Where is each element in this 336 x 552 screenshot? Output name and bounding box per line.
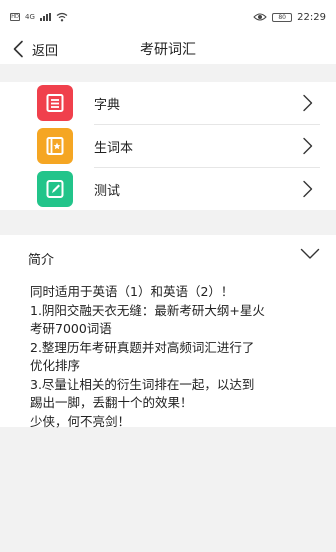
intro-line: 少侠，何不亮剑！ bbox=[30, 413, 131, 429]
dictionary-icon bbox=[37, 85, 73, 121]
battery-level: 80 bbox=[278, 13, 286, 21]
chevron-right-icon bbox=[303, 137, 313, 155]
navigation-bar: 考研词汇 返回 bbox=[0, 34, 336, 64]
intro-line: 踢出一脚，丢翻十个的效果！ bbox=[30, 395, 193, 410]
intro-line: 同时适用于英语（1）和英语（2）！ bbox=[30, 284, 234, 299]
intro-text: 同时适用于英语（1）和英语（2）！ 1.阴阳交融天衣无缝：最新考研大纲+星火 考… bbox=[30, 283, 320, 431]
menu-item-wordbook[interactable]: 生词本 bbox=[0, 125, 336, 167]
signal-icon bbox=[39, 13, 51, 21]
chevron-left-icon bbox=[13, 40, 23, 58]
status-bar-left: HD 4G bbox=[10, 12, 68, 22]
intro-header[interactable]: 简介 bbox=[0, 235, 336, 277]
menu-item-label: 测试 bbox=[94, 183, 121, 199]
intro-line: 优化排序 bbox=[30, 358, 81, 373]
intro-section: 简介 同时适用于英语（1）和英语（2）！ 1.阴阳交融天衣无缝：最新考研大纲+星… bbox=[0, 235, 336, 429]
menu-item-label: 生词本 bbox=[94, 140, 134, 156]
network-type-label: 4G bbox=[25, 13, 35, 21]
status-bar-right: 80 22:29 bbox=[253, 12, 326, 23]
sim-card-icon: HD bbox=[10, 13, 20, 21]
back-label: 返回 bbox=[32, 43, 59, 59]
intro-line: 2.整理历年考研真题并对高频词汇进行了 bbox=[30, 339, 255, 355]
menu-item-test[interactable]: 测试 bbox=[0, 168, 336, 210]
intro-line: 3.尽量让相关的衍生词排在一起，以达到 bbox=[30, 376, 255, 392]
wordbook-icon bbox=[37, 128, 73, 164]
chevron-right-icon bbox=[303, 94, 313, 112]
menu-item-label: 字典 bbox=[94, 97, 121, 113]
test-icon bbox=[37, 171, 73, 207]
back-button[interactable]: 返回 bbox=[12, 36, 58, 62]
wifi-icon bbox=[56, 12, 68, 22]
chevron-down-icon[interactable] bbox=[300, 247, 320, 261]
eye-comfort-icon bbox=[253, 13, 267, 21]
intro-line: 1.阴阳交融天衣无缝：最新考研大纲+星火 bbox=[30, 302, 265, 318]
intro-line: 考研7000词语 bbox=[30, 321, 112, 336]
status-bar: HD 4G 80 22:29 bbox=[0, 0, 336, 34]
battery-icon: 80 bbox=[272, 12, 293, 22]
menu-list: 字典 生词本 测试 bbox=[0, 82, 336, 210]
chevron-right-icon bbox=[303, 180, 313, 198]
status-time: 22:29 bbox=[297, 11, 326, 23]
menu-item-dictionary[interactable]: 字典 bbox=[0, 82, 336, 124]
intro-title: 简介 bbox=[28, 253, 55, 268]
